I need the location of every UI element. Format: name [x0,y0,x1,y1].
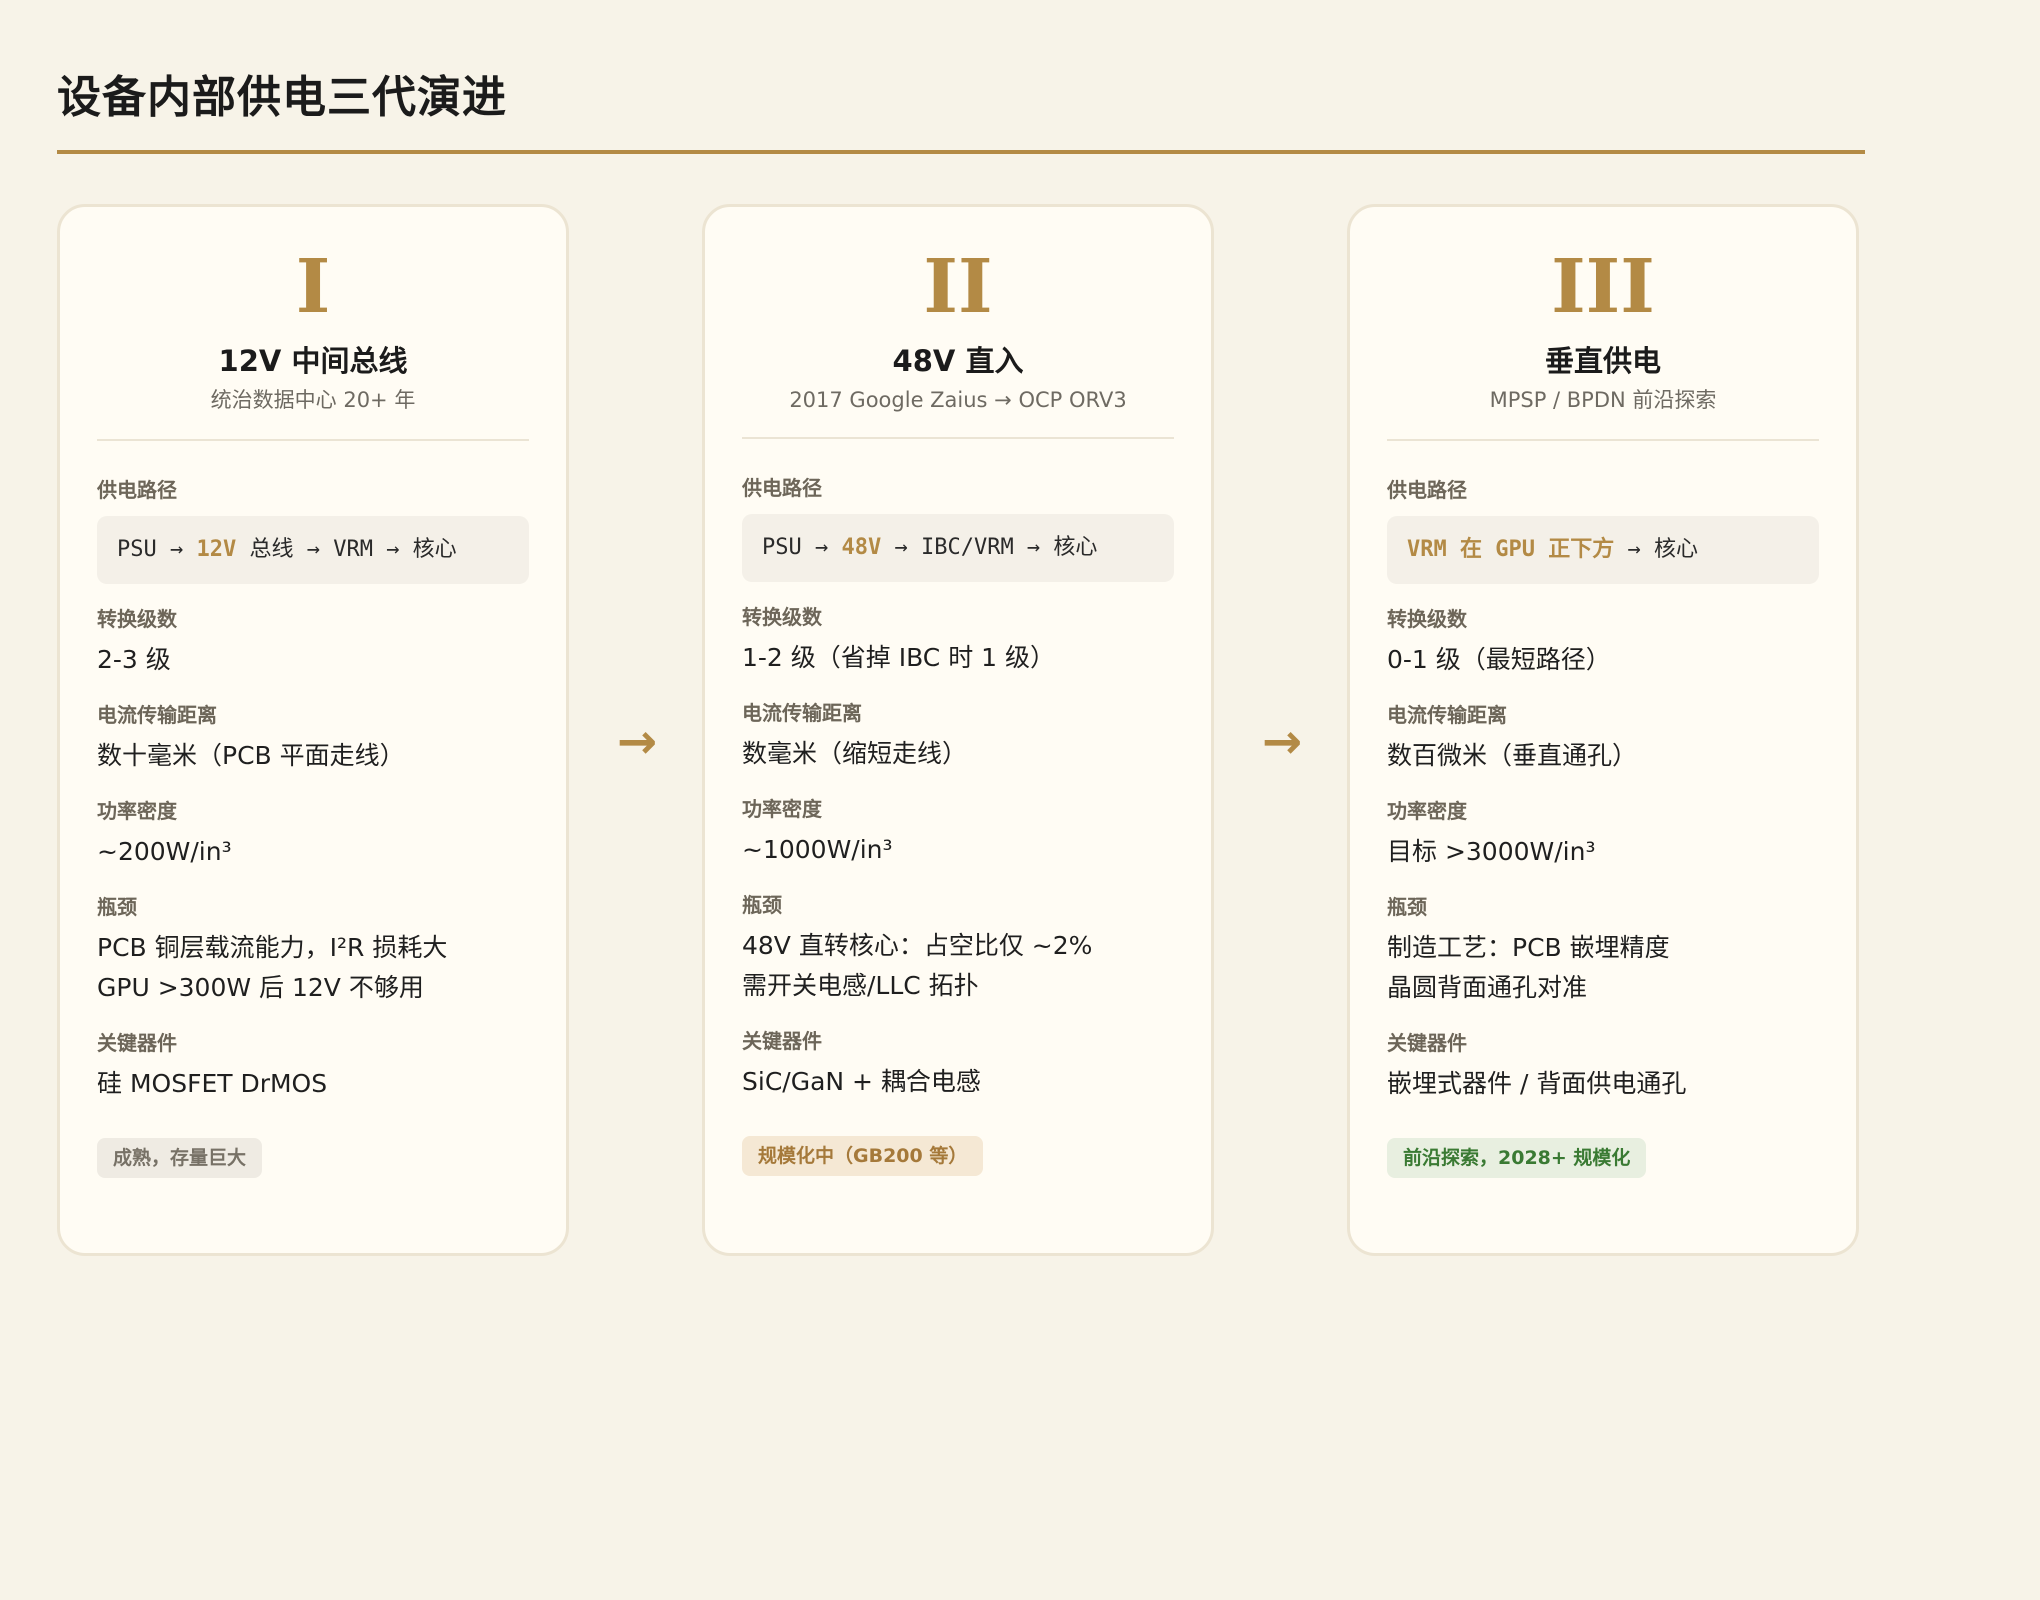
distance-label: 电流传输距离 [97,703,217,727]
distance-label: 电流传输距离 [1387,703,1507,727]
roman-numeral: II [923,244,993,330]
path-suffix: → IBC/VRM → 核心 [881,535,1098,560]
card-subtitle: 统治数据中心 20+ 年 [210,388,416,412]
bottleneck-label: 瓶颈 [97,895,137,919]
status-badge: 成熟，存量巨大 [97,1138,263,1178]
generation-card-3: III 垂直供电 MPSP / BPDN 前沿探索 供电路径 VRM 在 GPU… [1347,204,1859,1256]
stages-label: 转换级数 [1387,607,1467,631]
page: 设备内部供电三代演进 I 12V 中间总线 统治数据中心 20+ 年 供电路径 … [57,0,1865,1256]
density-label: 功率密度 [742,797,822,821]
distance-label: 电流传输距离 [742,701,862,725]
bottleneck-line-2: 晶圆背面通孔对准 [1387,973,1588,1002]
stages-value: 2-3 级 [97,645,171,674]
roman-numeral: I [295,244,331,330]
generation-card-2: II 48V 直入 2017 Google Zaius → OCP ORV3 供… [702,204,1214,1256]
card-title: 48V 直入 [892,344,1024,378]
card-subtitle: MPSP / BPDN 前沿探索 [1489,388,1717,412]
distance-value: 数十毫米（PCB 平面走线） [97,741,405,770]
components-label: 关键器件 [742,1029,822,1053]
stages-label: 转换级数 [742,605,822,629]
bottleneck-label: 瓶颈 [1387,895,1427,919]
status-badge: 规模化中（GB200 等） [742,1136,984,1176]
arrow-right-icon: → [1261,714,1303,770]
power-path: PSU → 12V 总线 → VRM → 核心 [97,516,529,584]
path-label: 供电路径 [1387,478,1467,502]
path-highlight: 48V [841,535,882,560]
card-divider [1387,439,1819,441]
page-title: 设备内部供电三代演进 [57,72,507,123]
path-suffix: → 核心 [1614,537,1698,562]
stages-value: 0-1 级（最短路径） [1387,645,1611,674]
stages-label: 转换级数 [97,607,177,631]
card-divider [742,437,1174,439]
density-value: 目标 >3000W/in³ [1387,837,1596,866]
density-value: ~200W/in³ [97,837,232,866]
card-title: 12V 中间总线 [218,344,408,378]
path-prefix: PSU → [762,535,842,560]
path-prefix: PSU → [117,537,197,562]
card-subtitle: 2017 Google Zaius → OCP ORV3 [789,388,1127,412]
card-title: 垂直供电 [1544,344,1661,378]
components-value: SiC/GaN + 耦合电感 [742,1067,981,1096]
bottleneck-line-1: PCB 铜层载流能力，I²R 损耗大 [97,933,448,962]
stages-value: 1-2 级（省掉 IBC 时 1 级） [742,643,1056,672]
card-divider [97,439,529,441]
density-label: 功率密度 [97,799,177,823]
bottleneck-label: 瓶颈 [742,893,782,917]
path-label: 供电路径 [97,478,177,502]
path-label: 供电路径 [742,476,822,500]
generation-cards: I 12V 中间总线 统治数据中心 20+ 年 供电路径 PSU → 12V 总… [57,204,1865,1260]
bottleneck-line-2: 需开关电感/LLC 拓扑 [742,971,979,1000]
path-highlight: 12V [196,537,237,562]
distance-value: 数毫米（缩短走线） [742,739,968,768]
roman-numeral: III [1551,244,1655,330]
components-value: 硅 MOSFET DrMOS [97,1069,328,1098]
status-badge: 前沿探索，2028+ 规模化 [1387,1138,1647,1178]
components-value: 嵌埋式器件 / 背面供电通孔 [1387,1069,1687,1098]
title-divider [57,150,1865,154]
distance-value: 数百微米（垂直通孔） [1387,741,1638,770]
bottleneck-line-1: 制造工艺：PCB 嵌埋精度 [1387,933,1670,962]
components-label: 关键器件 [1387,1031,1467,1055]
components-label: 关键器件 [97,1031,177,1055]
arrow-right-icon: → [616,714,658,770]
density-label: 功率密度 [1387,799,1467,823]
power-path: VRM 在 GPU 正下方 → 核心 [1387,516,1819,584]
power-path: PSU → 48V → IBC/VRM → 核心 [742,514,1174,582]
bottleneck-line-1: 48V 直转核心：占空比仅 ~2% [742,931,1093,960]
path-highlight: VRM 在 GPU 正下方 [1407,537,1615,562]
bottleneck-line-2: GPU >300W 后 12V 不够用 [97,973,424,1002]
path-suffix: 总线 → VRM → 核心 [236,537,457,562]
density-value: ~1000W/in³ [742,835,893,864]
generation-card-1: I 12V 中间总线 统治数据中心 20+ 年 供电路径 PSU → 12V 总… [57,204,569,1256]
